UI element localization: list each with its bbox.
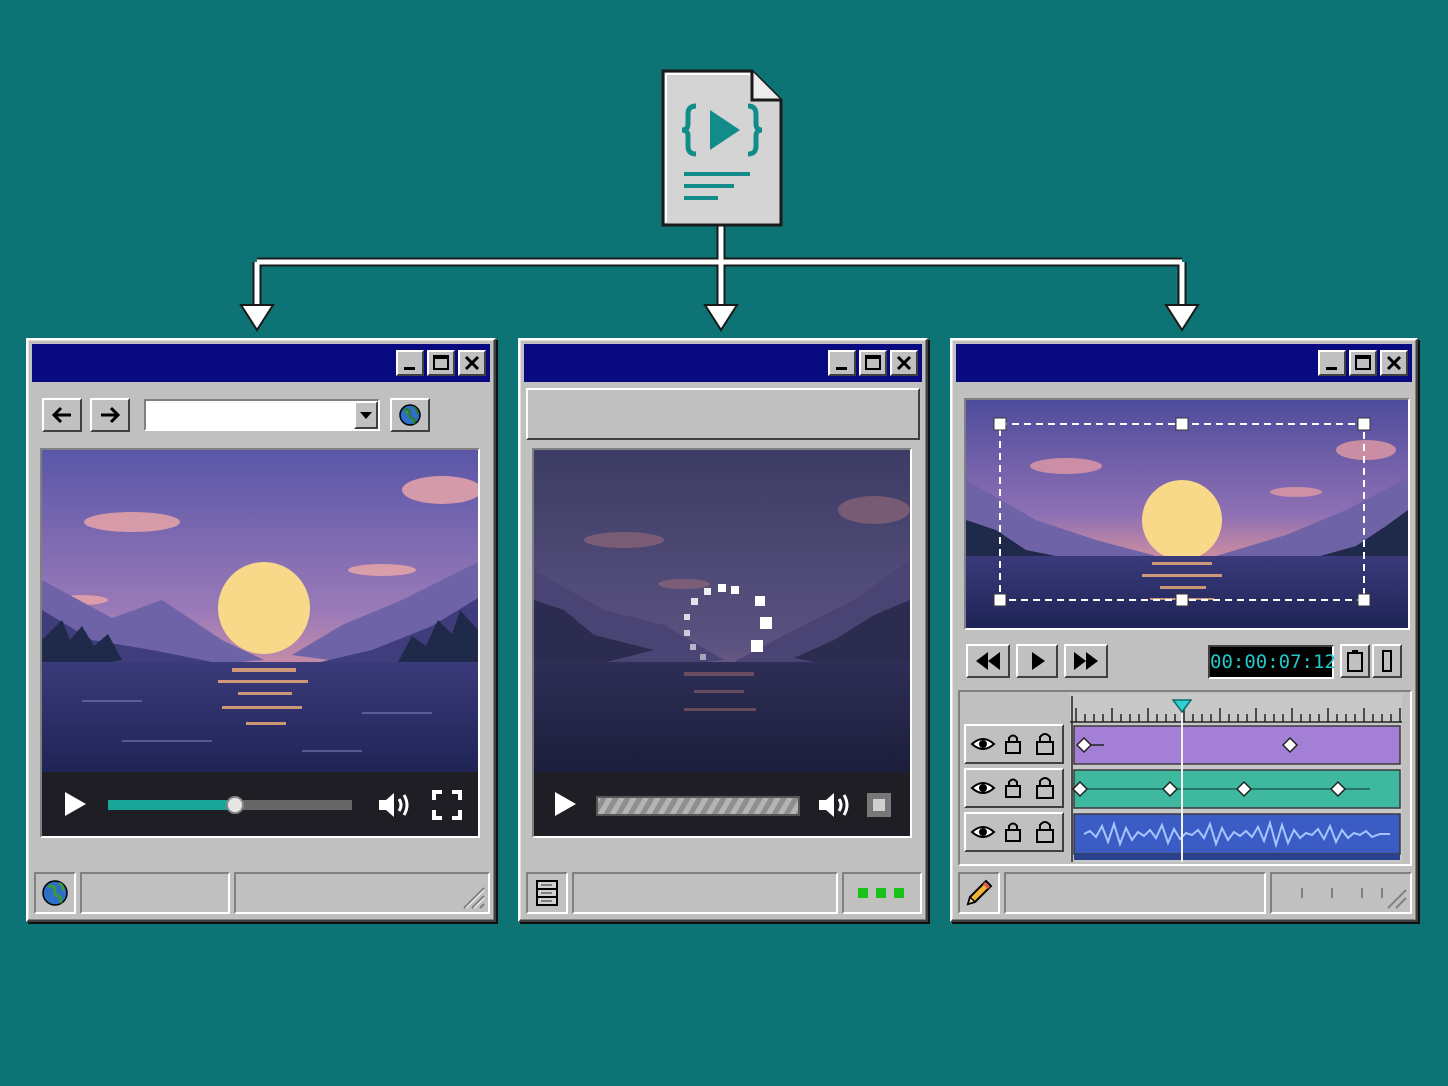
stop-icon[interactable] bbox=[866, 792, 892, 818]
lock-icon[interactable] bbox=[1030, 728, 1060, 760]
arrowhead-center bbox=[703, 304, 739, 332]
rewind-icon bbox=[976, 652, 1000, 670]
globe-icon bbox=[42, 880, 68, 906]
go-button[interactable] bbox=[390, 398, 430, 432]
forward-button[interactable] bbox=[90, 398, 130, 432]
lock-icon[interactable] bbox=[1000, 816, 1026, 848]
arrowhead-left bbox=[239, 304, 275, 332]
forward-arrow-icon bbox=[101, 406, 121, 424]
blurred-video-frame bbox=[534, 450, 910, 772]
sunset-lake-video-frame bbox=[42, 450, 478, 772]
status-bar bbox=[958, 872, 1412, 914]
connection-status-panel bbox=[842, 872, 922, 914]
zoom-slider bbox=[1301, 888, 1407, 909]
back-button[interactable] bbox=[42, 398, 82, 432]
maximize-button[interactable] bbox=[1349, 350, 1377, 376]
lock-icon[interactable] bbox=[1000, 728, 1026, 760]
video-track-1[interactable] bbox=[1073, 725, 1401, 765]
close-button[interactable] bbox=[890, 350, 918, 376]
lock-icon[interactable] bbox=[1030, 816, 1060, 848]
status-panel bbox=[234, 872, 490, 914]
status-bar bbox=[34, 872, 490, 914]
eye-icon[interactable] bbox=[968, 728, 998, 760]
status-panel bbox=[80, 872, 230, 914]
source-file bbox=[660, 68, 784, 228]
back-arrow-icon bbox=[51, 406, 71, 424]
fullscreen-icon[interactable] bbox=[432, 790, 462, 820]
play-icon bbox=[1032, 652, 1045, 670]
code-play-file-icon bbox=[661, 69, 783, 227]
preview-canvas[interactable] bbox=[964, 398, 1410, 630]
zoom-slider-panel[interactable] bbox=[1270, 872, 1412, 914]
clip-split-icon bbox=[1382, 650, 1392, 672]
status-leds bbox=[858, 888, 904, 898]
video-editor-window: 00:00:07:12 bbox=[950, 338, 1418, 922]
pencil-icon[interactable] bbox=[960, 874, 998, 912]
status-panel bbox=[572, 872, 838, 914]
volume-icon[interactable] bbox=[816, 790, 852, 820]
globe-icon bbox=[399, 404, 421, 426]
status-panel bbox=[1004, 872, 1266, 914]
close-button[interactable] bbox=[458, 350, 486, 376]
timeline-tracks[interactable] bbox=[1070, 694, 1406, 864]
timecode-display: 00:00:07:12 bbox=[1208, 645, 1336, 679]
lock-icon[interactable] bbox=[1000, 772, 1026, 804]
title-bar[interactable] bbox=[32, 344, 490, 382]
status-icon-panel bbox=[526, 872, 568, 914]
address-dropdown-button[interactable] bbox=[354, 401, 378, 429]
close-button[interactable] bbox=[1380, 350, 1408, 376]
address-bar[interactable] bbox=[144, 399, 380, 431]
lock-icon[interactable] bbox=[1030, 772, 1060, 804]
track-header-video-1 bbox=[964, 724, 1064, 764]
status-icon-panel bbox=[34, 872, 76, 914]
server-icon bbox=[536, 880, 558, 906]
toolbar-area bbox=[526, 388, 920, 440]
title-bar[interactable] bbox=[956, 344, 1412, 382]
clip-trim-icon bbox=[1347, 650, 1363, 672]
maximize-button[interactable] bbox=[427, 350, 455, 376]
player-controls bbox=[534, 772, 910, 836]
eye-icon[interactable] bbox=[968, 816, 998, 848]
title-bar[interactable] bbox=[524, 344, 922, 382]
fast-forward-icon bbox=[1074, 652, 1098, 670]
dropdown-arrow-icon bbox=[360, 412, 372, 419]
minimize-button[interactable] bbox=[396, 350, 424, 376]
track-header-video-2 bbox=[964, 768, 1064, 808]
preview-frame bbox=[966, 400, 1408, 628]
seek-bar-thumb[interactable] bbox=[225, 796, 244, 814]
play-button[interactable] bbox=[1016, 644, 1058, 678]
fast-forward-button[interactable] bbox=[1064, 644, 1108, 678]
player-controls bbox=[42, 772, 478, 836]
maximize-button[interactable] bbox=[859, 350, 887, 376]
play-icon[interactable] bbox=[552, 790, 578, 818]
status-bar bbox=[526, 872, 922, 914]
rewind-button[interactable] bbox=[966, 644, 1010, 678]
seek-bar-progress bbox=[108, 800, 235, 810]
video-player[interactable] bbox=[532, 448, 912, 838]
loading-player-window bbox=[518, 338, 928, 922]
resize-grip-icon[interactable] bbox=[460, 884, 486, 910]
eye-icon[interactable] bbox=[968, 772, 998, 804]
track-header-audio bbox=[964, 812, 1064, 852]
browser-window bbox=[26, 338, 496, 922]
volume-icon[interactable] bbox=[376, 790, 412, 820]
play-icon[interactable] bbox=[62, 790, 88, 818]
trim-end-button[interactable] bbox=[1372, 644, 1402, 678]
minimize-button[interactable] bbox=[828, 350, 856, 376]
video-player[interactable] bbox=[40, 448, 480, 838]
trim-start-button[interactable] bbox=[1340, 644, 1370, 678]
seek-bar[interactable] bbox=[108, 796, 352, 814]
arrowhead-right bbox=[1164, 304, 1200, 332]
buffering-bar bbox=[596, 796, 800, 816]
tool-icon-panel bbox=[958, 872, 1000, 914]
minimize-button[interactable] bbox=[1318, 350, 1346, 376]
